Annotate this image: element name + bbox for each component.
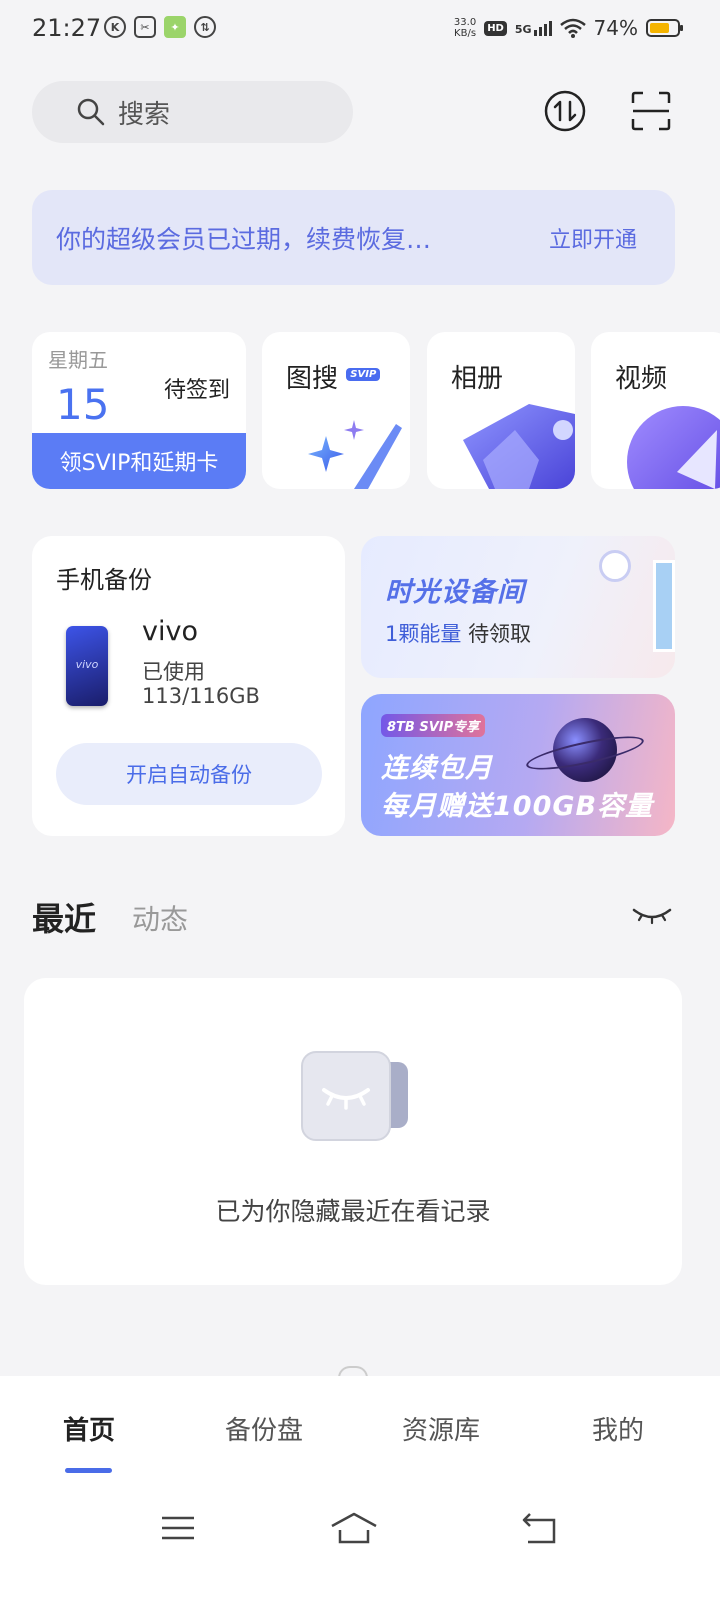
wifi-icon — [559, 18, 586, 38]
network-speed: 33.0 KB/s — [454, 17, 476, 39]
phone-logo: vivo — [75, 658, 99, 671]
network-type: 5G — [514, 22, 532, 36]
image-search-label: 图搜 SVIP — [286, 358, 381, 395]
album-card[interactable]: 相册 — [427, 332, 575, 489]
svip-exclusive-badge: 8TB SVIP专享 — [381, 714, 486, 737]
bottom-nav: 首页 备份盘 资源库 我的 — [0, 1376, 720, 1600]
energy-reward-text: 1颗能量 待领取 — [385, 618, 531, 648]
home-icon[interactable] — [330, 1510, 378, 1546]
network-speed-unit: KB/s — [454, 28, 477, 39]
battery-level — [650, 23, 670, 33]
green-app-icon: ✦ — [164, 16, 186, 38]
notification-icons: K ✂ ✦ ⇅ — [104, 16, 216, 38]
promo-line-1: 连续包月 — [381, 753, 493, 784]
nav-active-indicator — [65, 1468, 112, 1473]
eye-closed-icon[interactable] — [632, 900, 672, 928]
nav-backup-drive[interactable]: 备份盘 — [194, 1410, 334, 1447]
tab-recent[interactable]: 最近 — [32, 894, 96, 940]
album-label: 相册 — [451, 364, 504, 394]
svip-badge: SVIP — [346, 368, 381, 382]
battery-percent: 74% — [593, 16, 638, 40]
k-app-icon: K — [104, 16, 126, 38]
signal-5g-icon: 5G — [514, 20, 552, 36]
image-search-card[interactable]: 图搜 SVIP — [262, 332, 410, 489]
search-placeholder: 搜索 — [118, 99, 171, 130]
search-input[interactable]: 搜索 — [32, 81, 353, 143]
scissors-app-icon: ✂ — [134, 16, 156, 38]
tab-activity[interactable]: 动态 — [132, 898, 188, 938]
storage-used-label: 已使用 — [142, 660, 205, 684]
battery-icon — [646, 19, 683, 37]
video-label: 视频 — [615, 364, 668, 394]
recent-hidden-card: 已为你隐藏最近在看记录 — [24, 978, 682, 1285]
banner-text: 你的超级会员已过期，续费恢复… — [56, 224, 432, 254]
promo-line-2: 每月赠送100GB容量 — [381, 791, 654, 822]
time-device-room-card[interactable]: 时光设备间 1颗能量 待领取 — [361, 536, 675, 678]
back-icon[interactable] — [520, 1510, 560, 1546]
video-icon — [627, 406, 720, 489]
checkin-card[interactable]: 星期五 15 待签到 领SVIP和延期卡 — [32, 332, 246, 489]
status-bar: 21:27 K ✂ ✦ ⇅ 33.0 KB/s HD 5G 74% — [0, 0, 720, 60]
album-icon — [463, 404, 575, 489]
search-icon — [77, 98, 105, 126]
svip-promo-card[interactable]: 8TB SVIP专享 连续包月 每月赠送100GB容量 — [361, 694, 675, 836]
menu-icon[interactable] — [158, 1510, 198, 1546]
device-name: vivo — [142, 616, 198, 647]
system-status-icons: 33.0 KB/s HD 5G 74% — [454, 16, 683, 40]
storage-used-value: 113/116GB — [142, 684, 260, 708]
hd-icon: HD — [484, 20, 507, 36]
transfer-icon — [544, 90, 586, 132]
hidden-eye-illustration — [301, 1051, 408, 1141]
nav-mine[interactable]: 我的 — [548, 1410, 688, 1447]
transfer-app-icon: ⇅ — [194, 16, 216, 38]
transfer-button[interactable] — [541, 87, 589, 135]
renew-link[interactable]: 立即开通 — [549, 222, 637, 254]
backup-title: 手机备份 — [56, 566, 152, 594]
video-card[interactable]: 视频 — [591, 332, 720, 489]
status-time: 21:27 — [32, 14, 102, 42]
scan-icon — [631, 91, 671, 131]
membership-expired-banner[interactable]: 你的超级会员已过期，续费恢复… 立即开通 — [32, 190, 675, 285]
network-speed-value: 33.0 — [453, 17, 477, 28]
enable-auto-backup-button[interactable]: 开启自动备份 — [56, 743, 322, 805]
window-illustration — [653, 560, 675, 652]
sparkle-icon — [308, 420, 402, 489]
energy-status: 待领取 — [468, 622, 532, 646]
time-device-room-title: 时光设备间 — [385, 577, 525, 608]
claim-svip-button[interactable]: 领SVIP和延期卡 — [32, 433, 246, 489]
nav-resource-library[interactable]: 资源库 — [371, 1410, 511, 1447]
image-search-title: 图搜 — [286, 364, 339, 394]
clock-icon — [599, 550, 631, 582]
scan-button[interactable] — [627, 87, 675, 135]
energy-amount: 1颗能量 — [385, 622, 462, 646]
checkin-day: 15 — [56, 380, 110, 429]
checkin-weekday: 星期五 — [48, 348, 108, 372]
checkin-status: 待签到 — [163, 378, 230, 403]
phone-image: vivo — [66, 626, 108, 706]
nav-home[interactable]: 首页 — [19, 1410, 159, 1447]
hidden-message: 已为你隐藏最近在看记录 — [215, 1197, 491, 1226]
phone-backup-card[interactable]: 手机备份 vivo vivo 已使用 113/116GB 开启自动备份 — [32, 536, 345, 836]
